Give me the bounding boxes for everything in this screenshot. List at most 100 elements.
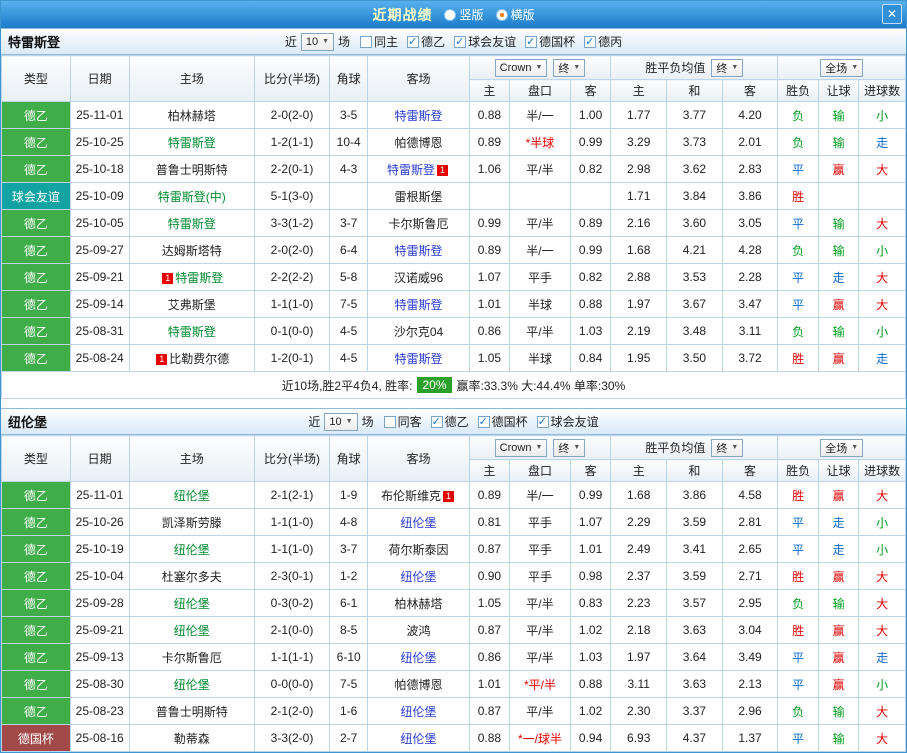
corner-cell: 3-7 <box>328 535 369 563</box>
away-team-name[interactable]: 特雷斯登 <box>395 109 443 123</box>
away-team-cell: 纽伦堡 <box>367 724 470 752</box>
col-res-wdl: 胜负 <box>777 459 819 482</box>
checkbox-icon[interactable] <box>584 35 597 48</box>
away-team-name[interactable]: 柏林赫塔 <box>395 597 443 611</box>
checkbox-icon[interactable] <box>430 415 443 428</box>
home-team-name[interactable]: 纽伦堡 <box>174 678 210 692</box>
col-date: 日期 <box>69 55 130 102</box>
table-row: 德乙 25-10-19 纽伦堡 1-1(1-0) 3-7 荷尔斯泰因 0.87 … <box>1 535 906 563</box>
checkbox-icon[interactable] <box>407 35 420 48</box>
match-count-select[interactable]: 10 ▼ <box>300 32 335 51</box>
checkbox-icon[interactable] <box>525 35 538 48</box>
checkbox-icon[interactable] <box>536 415 549 428</box>
home-team-name[interactable]: 杜塞尔多夫 <box>162 570 222 584</box>
corner-cell: 5-8 <box>328 263 369 291</box>
asia-home-odds-cell: 1.06 <box>468 155 511 183</box>
filter-checkbox[interactable]: 球会友谊 <box>536 413 599 430</box>
checkbox-icon[interactable] <box>383 415 396 428</box>
away-team-name[interactable]: 特雷斯登 <box>395 298 443 312</box>
filter-checkbox[interactable]: 同主 <box>360 33 398 50</box>
home-team-name[interactable]: 比勒费尔德 <box>169 352 229 366</box>
scope-select[interactable]: 全场 ▼ <box>820 58 864 77</box>
odds-stage-select[interactable]: 终 ▼ <box>553 438 586 457</box>
result-goals-cell: 大 <box>858 263 906 291</box>
away-team-name[interactable]: 特雷斯登 <box>395 244 443 258</box>
home-team-name[interactable]: 卡尔斯鲁厄 <box>162 651 222 665</box>
filter-checkbox[interactable]: 德国杯 <box>477 413 528 430</box>
home-team-name[interactable]: 达姆斯塔特 <box>162 244 222 258</box>
scope-select[interactable]: 全场 ▼ <box>820 438 864 457</box>
home-team-name[interactable]: 勒蒂森 <box>174 732 210 746</box>
home-team-name[interactable]: 艾弗斯堡 <box>168 298 216 312</box>
col-asia-home: 主 <box>468 459 511 482</box>
away-team-name[interactable]: 纽伦堡 <box>401 732 437 746</box>
checkbox-label: 德乙 <box>421 35 446 49</box>
date-cell: 25-09-27 <box>69 236 130 264</box>
checkbox-icon[interactable] <box>454 35 467 48</box>
red-card-badge: 1 <box>437 164 449 176</box>
europe-stage-select[interactable]: 终 ▼ <box>711 58 744 77</box>
home-team-name[interactable]: 纽伦堡 <box>174 489 210 503</box>
odds-stage-select[interactable]: 终 ▼ <box>553 58 586 77</box>
layout-radio-horizontal[interactable]: 横版 <box>495 6 535 23</box>
table-row: 德乙 25-08-23 普鲁士明斯特 2-1(2-0) 1-6 纽伦堡 0.87… <box>1 697 906 725</box>
home-team-name[interactable]: 纽伦堡 <box>174 624 210 638</box>
away-team-name[interactable]: 卡尔斯鲁厄 <box>389 217 449 231</box>
close-button[interactable]: ✕ <box>882 4 902 24</box>
asia-away-odds-cell: 0.88 <box>569 290 612 318</box>
checkbox-icon[interactable] <box>477 415 490 428</box>
home-team-name[interactable]: 特雷斯登(中) <box>158 190 226 204</box>
filter-checkbox[interactable]: 球会友谊 <box>454 33 516 50</box>
home-team-name[interactable]: 纽伦堡 <box>174 543 210 557</box>
away-team-name[interactable]: 雷根斯堡 <box>395 190 443 204</box>
layout-radio-vertical[interactable]: 竖版 <box>444 6 484 23</box>
home-team-name[interactable]: 特雷斯登 <box>168 217 216 231</box>
type-cell: 德乙 <box>1 101 71 129</box>
bookmaker-select[interactable]: Crown ▼ <box>494 438 548 457</box>
filter-checkbox[interactable]: 德丙 <box>584 33 622 50</box>
away-team-name[interactable]: 汉诺威96 <box>394 271 443 285</box>
home-team-name[interactable]: 纽伦堡 <box>174 597 210 611</box>
away-team-name[interactable]: 纽伦堡 <box>401 705 437 719</box>
home-team-name[interactable]: 普鲁士明斯特 <box>156 163 228 177</box>
away-team-name[interactable]: 纽伦堡 <box>401 570 437 584</box>
away-team-name[interactable]: 帕德博恩 <box>395 678 443 692</box>
result-goals-cell: 大 <box>858 562 906 590</box>
home-team-name[interactable]: 凯泽斯劳滕 <box>162 516 222 530</box>
result-goals-cell: 小 <box>858 101 906 129</box>
match-count-select[interactable]: 10 ▼ <box>324 412 358 431</box>
radio-icon[interactable] <box>495 8 508 21</box>
checkbox-icon[interactable] <box>360 35 373 48</box>
away-team-name[interactable]: 特雷斯登 <box>387 163 435 177</box>
away-team-name[interactable]: 纽伦堡 <box>401 516 437 530</box>
europe-stage-select[interactable]: 终 ▼ <box>711 438 744 457</box>
home-team-name[interactable]: 特雷斯登 <box>168 136 216 150</box>
score-cell: 2-1(0-0) <box>254 616 330 644</box>
home-team-name[interactable]: 特雷斯登 <box>168 325 216 339</box>
bookmaker-select[interactable]: Crown ▼ <box>494 58 548 77</box>
asia-away-odds-cell: 0.98 <box>569 562 612 590</box>
home-team-name[interactable]: 特雷斯登 <box>175 271 223 285</box>
home-team-name[interactable]: 柏林赫塔 <box>168 109 216 123</box>
away-team-name[interactable]: 波鸿 <box>407 624 431 638</box>
radio-icon[interactable] <box>444 8 457 21</box>
filter-checkbox[interactable]: 德国杯 <box>525 33 575 50</box>
matches-table: 类型 日期 主场 比分(半场) 角球 客场 Crown ▼ 终 ▼ 胜平负均值 … <box>1 55 906 372</box>
corner-cell: 1-2 <box>328 562 369 590</box>
away-team-name[interactable]: 纽伦堡 <box>401 651 437 665</box>
away-team-name[interactable]: 布伦斯维克 <box>381 489 441 503</box>
filter-checkbox[interactable]: 德乙 <box>430 413 469 430</box>
score-cell: 1-1(1-0) <box>254 535 330 563</box>
col-eu-home: 主 <box>610 79 668 102</box>
filter-checkbox[interactable]: 同客 <box>383 413 422 430</box>
away-team-name[interactable]: 特雷斯登 <box>395 352 443 366</box>
away-team-name[interactable]: 荷尔斯泰因 <box>389 543 449 557</box>
away-team-name[interactable]: 沙尔克04 <box>394 325 443 339</box>
euro-draw-odds-cell: 3.50 <box>666 344 723 372</box>
result-goals-cell: 大 <box>858 155 906 183</box>
home-team-name[interactable]: 普鲁士明斯特 <box>156 705 228 719</box>
red-card-badge: 1 <box>162 272 174 284</box>
away-team-name[interactable]: 帕德博恩 <box>395 136 443 150</box>
filter-checkbox[interactable]: 德乙 <box>407 33 445 50</box>
asia-home-odds-cell: 0.88 <box>468 724 511 752</box>
